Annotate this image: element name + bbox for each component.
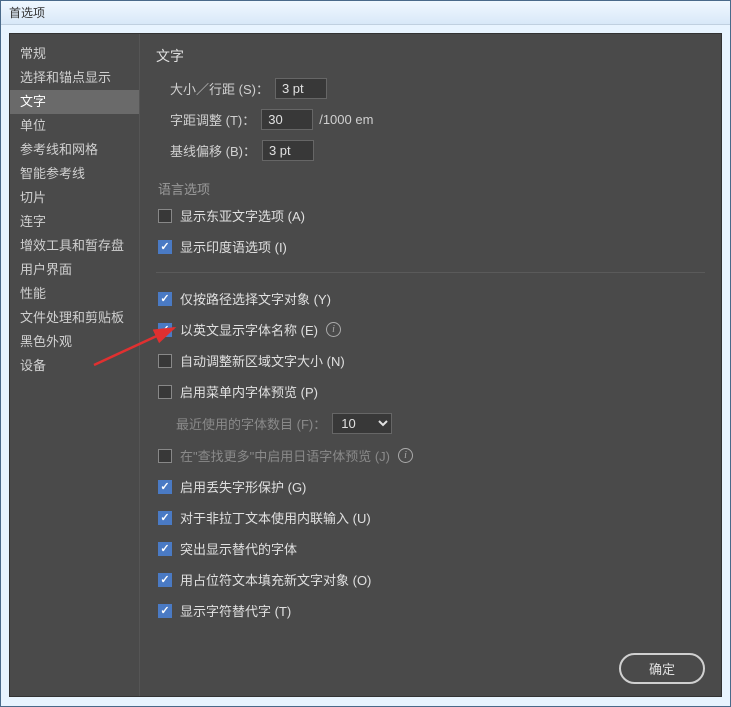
checkbox-japanese-preview[interactable]: [158, 449, 172, 463]
sidebar-item-ui[interactable]: 用户界面: [10, 258, 139, 282]
sidebar-item-slices[interactable]: 切片: [10, 186, 139, 210]
size-leading-label: 大小／行距 (S)：: [170, 79, 269, 98]
title-bar: 首选项: [1, 1, 730, 25]
info-icon[interactable]: i: [398, 448, 413, 463]
info-icon[interactable]: i: [326, 322, 341, 337]
dialog-body: 常规 选择和锚点显示 文字 单位 参考线和网格 智能参考线 切片 连字 增效工具…: [9, 33, 722, 697]
checkbox-menu-preview[interactable]: [158, 385, 172, 399]
sidebar-item-general[interactable]: 常规: [10, 42, 139, 66]
section-title: 文字: [156, 46, 705, 66]
checkbox-english-font[interactable]: [158, 323, 172, 337]
preferences-window: 首选项 常规 选择和锚点显示 文字 单位 参考线和网格 智能参考线 切片 连字 …: [0, 0, 731, 707]
checkbox-placeholder[interactable]: [158, 573, 172, 587]
window-title: 首选项: [9, 4, 45, 21]
sidebar-item-type[interactable]: 文字: [10, 90, 139, 114]
sidebar-item-black[interactable]: 黑色外观: [10, 330, 139, 354]
label-show-alt-glyph: 显示字符替代字 (T): [180, 601, 291, 620]
tracking-unit: /1000 em: [319, 112, 373, 127]
ok-button[interactable]: 确定: [619, 653, 705, 684]
lang-section-title: 语言选项: [158, 179, 705, 198]
label-placeholder: 用占位符文本填充新文字对象 (O): [180, 570, 371, 589]
label-east-asian: 显示东亚文字选项 (A): [180, 206, 305, 225]
baseline-input[interactable]: [262, 140, 314, 161]
sidebar-item-guides[interactable]: 参考线和网格: [10, 138, 139, 162]
sidebar-item-performance[interactable]: 性能: [10, 282, 139, 306]
sidebar: 常规 选择和锚点显示 文字 单位 参考线和网格 智能参考线 切片 连字 增效工具…: [10, 34, 140, 696]
sidebar-item-selection[interactable]: 选择和锚点显示: [10, 66, 139, 90]
label-auto-size: 自动调整新区域文字大小 (N): [180, 351, 345, 370]
content-panel: 文字 大小／行距 (S)： 字距调整 (T)： /1000 em 基线偏移 (B…: [140, 34, 721, 696]
label-indic: 显示印度语选项 (I): [180, 237, 287, 256]
checkbox-missing-glyph[interactable]: [158, 480, 172, 494]
checkbox-indic[interactable]: [158, 240, 172, 254]
checkbox-show-alt-glyph[interactable]: [158, 604, 172, 618]
sidebar-item-smart-guides[interactable]: 智能参考线: [10, 162, 139, 186]
tracking-input[interactable]: [261, 109, 313, 130]
baseline-label: 基线偏移 (B)：: [170, 141, 256, 160]
label-path-only: 仅按路径选择文字对象 (Y): [180, 289, 331, 308]
recent-fonts-label: 最近使用的字体数目 (F)：: [176, 414, 326, 433]
checkbox-east-asian[interactable]: [158, 209, 172, 223]
checkbox-inline-input[interactable]: [158, 511, 172, 525]
sidebar-item-devices[interactable]: 设备: [10, 354, 139, 378]
label-inline-input: 对于非拉丁文本使用内联输入 (U): [180, 508, 371, 527]
label-missing-glyph: 启用丢失字形保护 (G): [180, 477, 306, 496]
sidebar-item-plugins[interactable]: 增效工具和暂存盘: [10, 234, 139, 258]
checkbox-auto-size[interactable]: [158, 354, 172, 368]
size-leading-input[interactable]: [275, 78, 327, 99]
checkbox-path-only[interactable]: [158, 292, 172, 306]
checkbox-highlight-alt[interactable]: [158, 542, 172, 556]
label-highlight-alt: 突出显示替代的字体: [180, 539, 297, 558]
label-japanese-preview: 在"查找更多"中启用日语字体预览 (J): [180, 446, 390, 465]
sidebar-item-units[interactable]: 单位: [10, 114, 139, 138]
sidebar-item-hyphenation[interactable]: 连字: [10, 210, 139, 234]
recent-fonts-select[interactable]: 10: [332, 413, 392, 434]
divider: [156, 272, 705, 273]
sidebar-item-file-handling[interactable]: 文件处理和剪贴板: [10, 306, 139, 330]
tracking-label: 字距调整 (T)：: [170, 110, 255, 129]
label-menu-preview: 启用菜单内字体预览 (P): [180, 382, 318, 401]
label-english-font: 以英文显示字体名称 (E): [180, 320, 318, 339]
